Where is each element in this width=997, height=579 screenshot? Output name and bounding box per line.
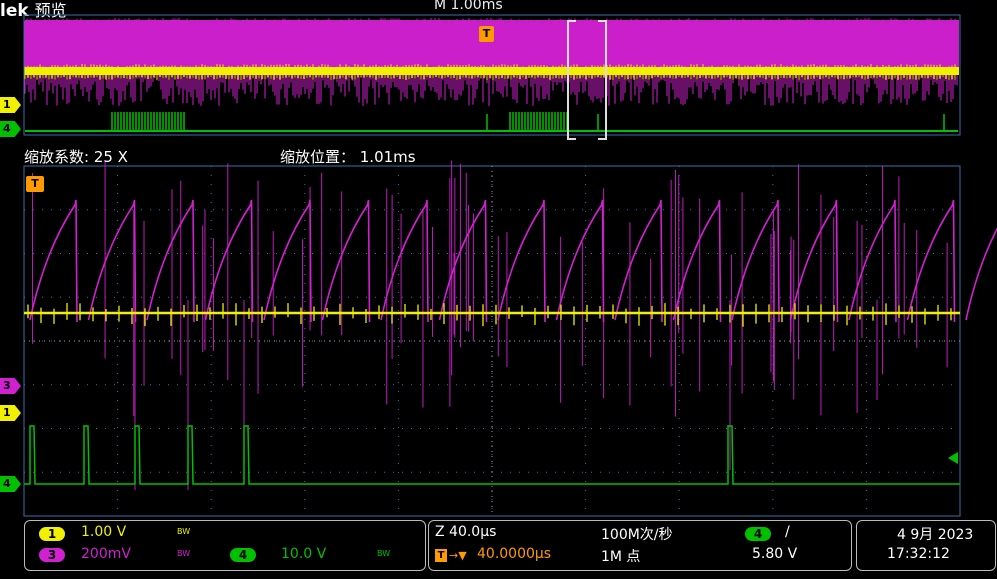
waveform-display [23, 14, 997, 517]
ch4-scale[interactable]: 10.0 V [281, 546, 326, 562]
trigger-offset[interactable]: 40.0000µs [477, 546, 551, 562]
datetime-panel[interactable]: 4 9月 2023 17:32:12 [856, 520, 996, 571]
ch3-scale[interactable]: 200mV [81, 546, 131, 562]
ch3-bw-limit: BW [177, 549, 191, 558]
trigger-level-arrow-icon[interactable] [948, 452, 958, 464]
ch1-scale[interactable]: 1.00 V [81, 524, 126, 540]
ch4-badge[interactable]: 4 [230, 548, 256, 562]
record-length[interactable]: 1M 点 [601, 546, 640, 566]
trigger-offset-icon: T [435, 549, 447, 562]
ch3-badge[interactable]: 3 [39, 548, 65, 562]
zoom-factor-label: 缩放系数: 25 X [24, 148, 128, 166]
main-trigger-marker[interactable]: T [26, 176, 44, 192]
trigger-source-badge[interactable]: 4 [745, 527, 771, 541]
zoom-time-scale[interactable]: Z 40.0µs [435, 524, 496, 540]
main-graticule [24, 166, 960, 516]
zoom-position-label: 缩放位置： 1.01ms [280, 148, 416, 166]
trigger-slope-icon[interactable]: / [785, 524, 790, 540]
ch1-badge[interactable]: 1 [39, 527, 65, 541]
ch4-bw-limit: BW [377, 549, 391, 558]
time-display: 17:32:12 [887, 546, 950, 562]
date-display: 4 9月 2023 [897, 527, 974, 543]
channel-settings-panel[interactable]: 1 1.00 V BW 3 200mV BW 4 10.0 V BW [24, 520, 426, 571]
arrow-right-icon: →▼ [449, 549, 467, 562]
trigger-level[interactable]: 5.80 V [752, 546, 797, 562]
overview-trigger-marker[interactable]: T [479, 26, 494, 42]
ch1-bw-limit: BW [177, 527, 191, 536]
timing-trigger-panel[interactable]: Z 40.0µs T →▼ 40.0000µs 100M次/秒 1M 点 4 /… [428, 520, 852, 571]
sample-rate[interactable]: 100M次/秒 [601, 524, 673, 544]
